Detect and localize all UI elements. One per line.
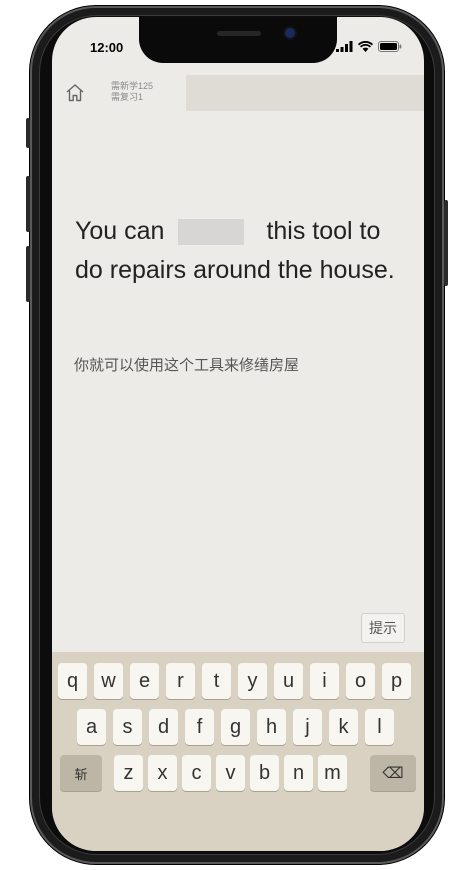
key-u[interactable]: u	[274, 663, 303, 699]
volume-up-button	[26, 176, 30, 232]
cellular-signal-icon	[336, 41, 353, 52]
mode-key[interactable]: 斩	[60, 755, 102, 791]
key-h[interactable]: h	[257, 709, 286, 745]
hint-button[interactable]: 提示	[361, 613, 405, 643]
volume-down-button	[26, 246, 30, 302]
key-m[interactable]: m	[318, 755, 347, 791]
answer-blank[interactable]	[178, 219, 245, 246]
front-camera	[285, 28, 295, 38]
key-n[interactable]: n	[284, 755, 313, 791]
battery-icon	[378, 41, 402, 52]
review-count: 需复习1	[111, 92, 144, 102]
status-time: 12:00	[90, 40, 124, 55]
home-icon[interactable]	[65, 83, 85, 103]
keyboard: q w e r t y u i o p a s d f g h j k l 斩 …	[52, 652, 424, 851]
key-w[interactable]: w	[94, 663, 123, 699]
mute-switch	[26, 118, 30, 148]
key-a[interactable]: a	[77, 709, 106, 745]
speaker-grille	[217, 31, 261, 36]
sentence-before-blank: You can	[75, 217, 165, 245]
key-t[interactable]: t	[202, 663, 231, 699]
key-f[interactable]: f	[185, 709, 214, 745]
key-p[interactable]: p	[382, 663, 411, 699]
key-g[interactable]: g	[221, 709, 250, 745]
key-k[interactable]: k	[329, 709, 358, 745]
key-r[interactable]: r	[166, 663, 195, 699]
key-v[interactable]: v	[216, 755, 245, 791]
study-counts: 需新学125 需复习1	[111, 81, 153, 103]
key-i[interactable]: i	[310, 663, 339, 699]
wifi-icon	[358, 41, 373, 52]
power-button	[444, 200, 448, 286]
header-tab-area	[186, 75, 424, 111]
delete-key[interactable]: ⌫	[370, 755, 416, 791]
key-d[interactable]: d	[149, 709, 178, 745]
key-z[interactable]: z	[114, 755, 143, 791]
key-x[interactable]: x	[148, 755, 177, 791]
home-tab[interactable]: 需新学125 需复习1	[52, 75, 186, 111]
key-y[interactable]: y	[238, 663, 267, 699]
key-o[interactable]: o	[346, 663, 375, 699]
key-e[interactable]: e	[130, 663, 159, 699]
key-l[interactable]: l	[365, 709, 394, 745]
sentence-translation: 你就可以使用这个工具来修缮房屋	[74, 357, 300, 374]
key-b[interactable]: b	[250, 755, 279, 791]
notch	[139, 17, 337, 63]
header-bar: 需新学125 需复习1	[52, 75, 424, 111]
cloze-sentence: You can this tool to do repairs around th…	[75, 212, 405, 290]
key-s[interactable]: s	[113, 709, 142, 745]
new-words-count: 需新学125	[111, 81, 154, 91]
status-icons	[336, 41, 402, 52]
key-q[interactable]: q	[58, 663, 87, 699]
key-c[interactable]: c	[182, 755, 211, 791]
app-screen: 12:00 需新学125 需复习1 You can this tool to d…	[52, 17, 424, 851]
key-j[interactable]: j	[293, 709, 322, 745]
